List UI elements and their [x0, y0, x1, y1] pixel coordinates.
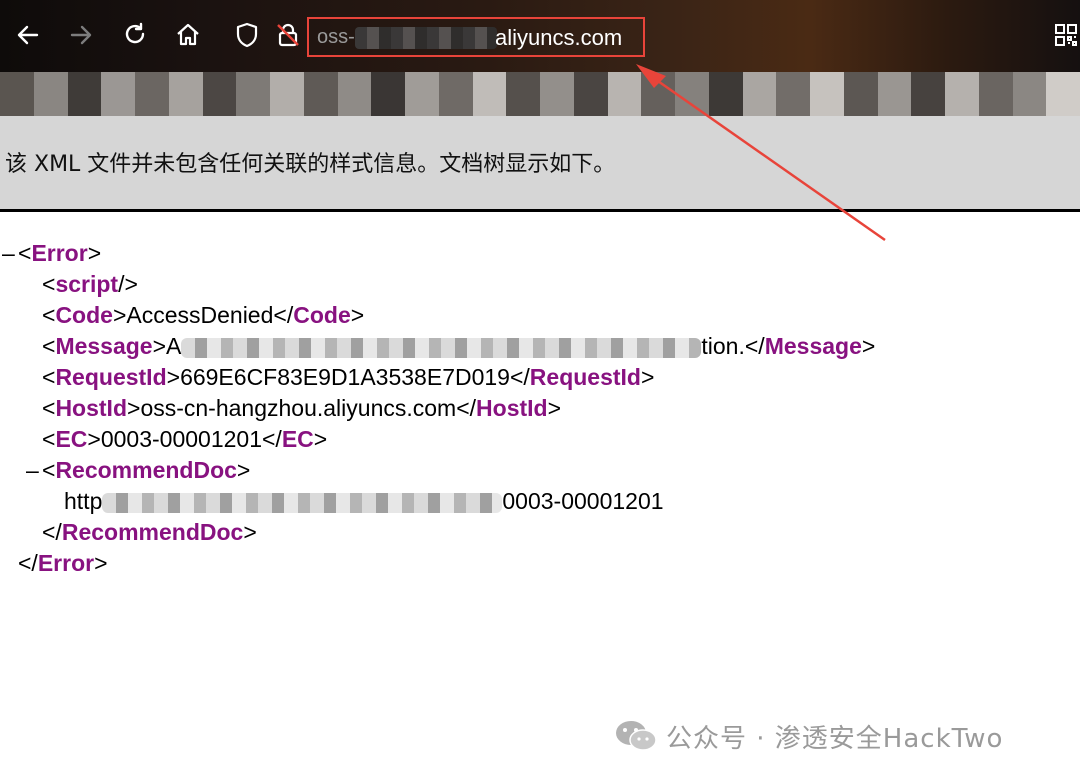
- watermark: 公众号 · 渗透安全HackTwo: [614, 716, 1003, 756]
- annotation-arrow: [636, 64, 886, 242]
- wechat-icon: [616, 721, 657, 751]
- watermark-text: 公众号 · 渗透安全HackTwo: [666, 723, 1004, 754]
